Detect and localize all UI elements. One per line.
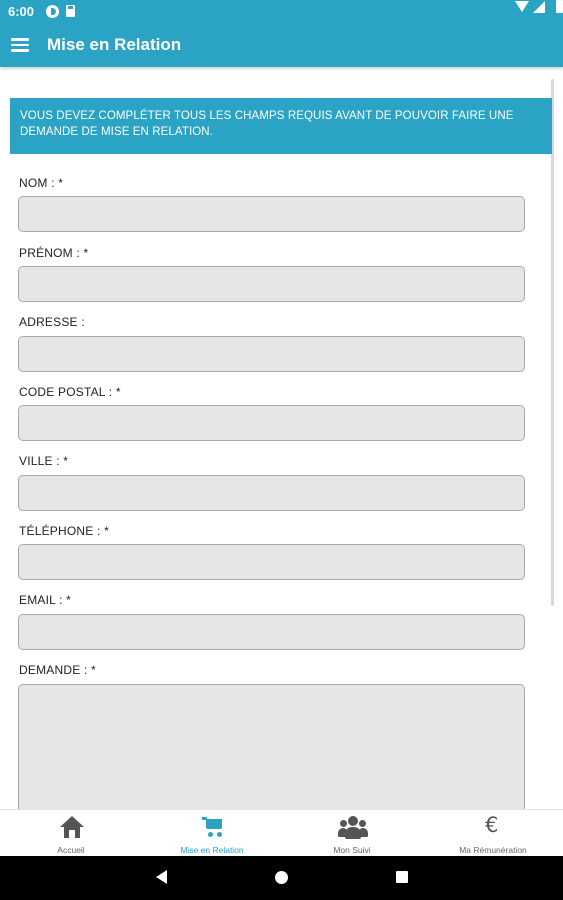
app-bar: Mise en Relation (0, 24, 563, 67)
adresse-label: ADRESSE : (19, 315, 85, 329)
form-content[interactable]: VOUS DEVEZ COMPLÉTER TOUS LES CHAMPS REQ… (0, 67, 563, 809)
home-icon (60, 816, 84, 838)
nav-label-mon-suivi: Mon Suivi (333, 845, 371, 855)
wifi-icon (515, 1, 529, 12)
adresse-input[interactable] (18, 336, 525, 372)
code-postal-label: CODE POSTAL : * (19, 385, 121, 399)
telephone-label: TÉLÉPHONE : * (19, 524, 109, 538)
menu-icon-line (11, 49, 29, 52)
prenom-input[interactable] (18, 266, 525, 302)
telephone-input[interactable] (18, 544, 525, 580)
status-time: 6:00 (8, 4, 35, 19)
nav-item-accueil[interactable]: Accueil (1, 810, 141, 857)
google-play-status-icon (46, 5, 59, 18)
nom-label: NOM : * (19, 176, 64, 190)
recents-icon[interactable] (396, 871, 408, 883)
system-navigation-bar (0, 856, 563, 900)
nav-label-ma-remuneration: Ma Rémunération (459, 845, 527, 855)
euro-icon: € (485, 813, 499, 837)
back-icon[interactable] (156, 870, 167, 884)
page-title: Mise en Relation (47, 35, 182, 54)
nav-item-mon-suivi[interactable]: Mon Suivi (282, 810, 422, 857)
cart-icon (202, 816, 224, 838)
menu-icon-line (11, 38, 29, 41)
nav-item-mise-en-relation[interactable]: Mise en Relation (142, 810, 282, 857)
demande-label: DEMANDE : * (19, 663, 96, 677)
scrollbar[interactable] (551, 79, 554, 606)
required-fields-notice: VOUS DEVEZ COMPLÉTER TOUS LES CHAMPS REQ… (10, 98, 552, 154)
bottom-navigation: Accueil Mise en Relation Mon Suivi € Ma … (0, 809, 563, 856)
status-bar: 6:00 (0, 0, 563, 24)
menu-icon-line (11, 43, 29, 46)
ville-input[interactable] (18, 475, 525, 511)
email-input[interactable] (18, 614, 525, 650)
prenom-label: PRÉNOM : * (19, 246, 89, 260)
menu-icon[interactable] (11, 38, 29, 52)
email-label: EMAIL : * (19, 593, 72, 607)
system-home-icon[interactable] (275, 871, 288, 884)
nav-item-ma-remuneration[interactable]: € Ma Rémunération (423, 810, 563, 857)
nav-label-accueil: Accueil (57, 845, 85, 855)
sd-card-status-icon (66, 5, 75, 17)
nav-label-mise-en-relation: Mise en Relation (180, 845, 244, 855)
nom-input[interactable] (18, 196, 525, 232)
screen: 6:00 Mise en Relation VOUS DEVEZ COMPLÉT… (0, 0, 563, 900)
signal-icon (533, 1, 545, 13)
battery-icon (556, 0, 563, 13)
demande-textarea[interactable] (18, 684, 525, 809)
group-icon (338, 816, 368, 840)
ville-label: VILLE : * (19, 454, 69, 468)
code-postal-input[interactable] (18, 405, 525, 441)
